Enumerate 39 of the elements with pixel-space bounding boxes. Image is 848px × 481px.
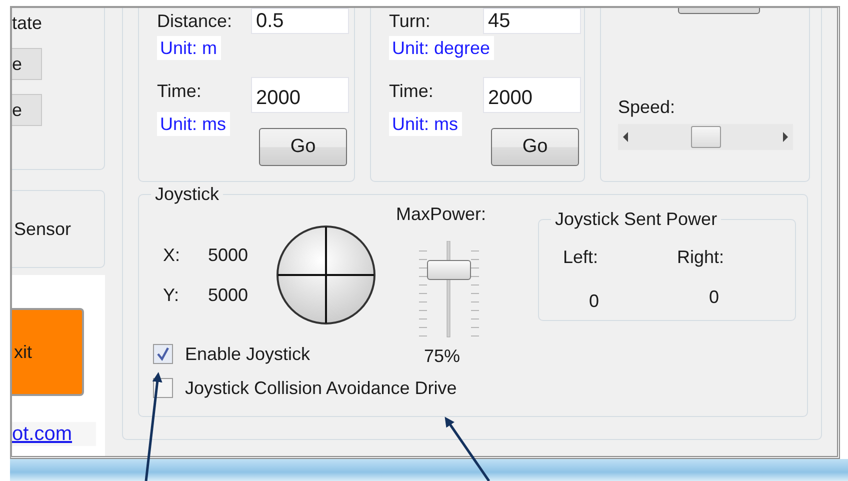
- go-button[interactable]: Go: [491, 128, 579, 166]
- input-field[interactable]: 45: [483, 8, 581, 34]
- group-title: tate: [12, 12, 44, 34]
- unit-label: Unit: degree: [389, 36, 494, 60]
- checkbox[interactable]: [153, 344, 173, 364]
- joystick-pad[interactable]: [276, 225, 376, 325]
- speed-label: Speed:: [618, 96, 676, 118]
- sensor-label: Sensor: [14, 218, 72, 240]
- power-label: Left:: [563, 246, 600, 269]
- go-button[interactable]: Go: [259, 128, 347, 166]
- max-power-reading: 75%: [424, 345, 460, 367]
- exit-button[interactable]: xit: [12, 308, 84, 396]
- power-value: 0: [589, 290, 600, 313]
- max-power-label: MaxPower:: [396, 203, 486, 225]
- field-label: Time:: [389, 80, 434, 102]
- annotation-arrow: [444, 416, 490, 481]
- field-label: Time:: [157, 80, 202, 102]
- checkbox-label: Joystick Collision Avoidance Drive: [185, 377, 457, 399]
- power-label: Right:: [677, 246, 726, 269]
- slider-thumb[interactable]: [427, 260, 471, 280]
- unit-label: Unit: m: [157, 36, 222, 60]
- axis-label: X:: [163, 244, 182, 266]
- field-label: Distance:: [157, 10, 232, 32]
- state-button[interactable]: e: [12, 94, 42, 126]
- axis-value: 5000: [208, 284, 250, 306]
- input-field[interactable]: 0.5: [251, 8, 349, 34]
- website-link[interactable]: ot.com: [12, 422, 96, 446]
- unit-label: Unit: ms: [157, 112, 230, 136]
- axis-value: 5000: [208, 244, 250, 266]
- state-button[interactable]: e: [12, 48, 42, 80]
- input-field[interactable]: 2000: [483, 77, 581, 113]
- axis-label: Y:: [163, 284, 180, 306]
- field-label: Turn:: [389, 10, 430, 32]
- scroll-thumb[interactable]: [690, 126, 720, 148]
- unit-label: Unit: ms: [389, 112, 462, 136]
- speed-scrollbar[interactable]: [618, 124, 793, 150]
- checkbox-label: Enable Joystick: [185, 343, 310, 365]
- power-value: 0: [709, 286, 720, 309]
- input-field[interactable]: 2000: [251, 77, 349, 113]
